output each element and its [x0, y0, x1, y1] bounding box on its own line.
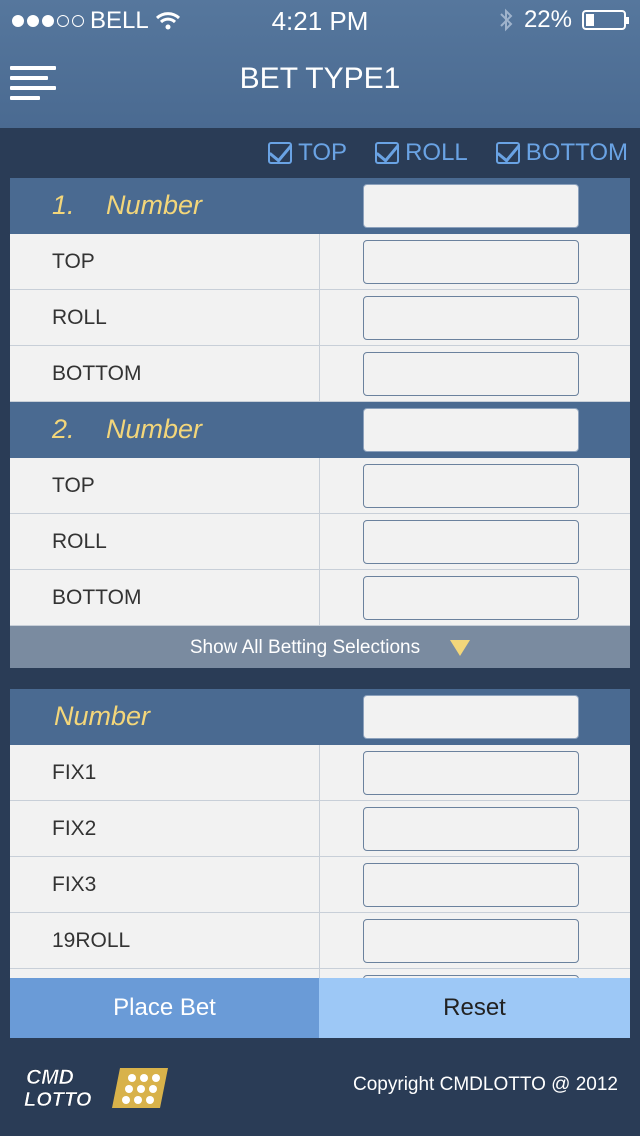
entry-1-top-input[interactable]	[363, 240, 579, 284]
entry-2-number-input[interactable]	[363, 408, 579, 452]
entry-1-bottom-input[interactable]	[363, 352, 579, 396]
entry-3-number-input[interactable]	[363, 695, 579, 739]
battery-icon	[582, 10, 629, 30]
entry-2-bottom-input[interactable]	[363, 576, 579, 620]
filter-top[interactable]: TOP	[268, 139, 347, 167]
entry-2-header: 2. Number	[10, 402, 630, 458]
svg-text:CMD: CMD	[26, 1066, 74, 1089]
entry-label: Number	[106, 414, 203, 444]
show-all-selections-button[interactable]: Show All Betting Selections	[10, 626, 630, 668]
entry-2-top-row: TOP	[10, 458, 630, 514]
page-title: BET TYPE1	[239, 62, 401, 95]
reset-button[interactable]: Reset	[319, 978, 630, 1038]
fix-selections-panel: Number FIX1 FIX2 FIX3 19ROLL	[10, 689, 630, 978]
copyright-text: Copyright CMDLOTTO @ 2012	[353, 1074, 618, 1095]
battery-percent: 22%	[523, 6, 572, 33]
top-bar: BELL 4:21 PM 22% BET TYPE1	[0, 0, 640, 128]
entry-2-roll-row: ROLL	[10, 514, 630, 570]
status-bar: BELL 4:21 PM 22%	[0, 0, 640, 40]
fix3-input[interactable]	[363, 863, 579, 907]
bet-entries-panel: 1. Number TOP ROLL BOTTOM 2. Number TOP …	[10, 178, 630, 668]
entry-1-roll-row: ROLL	[10, 290, 630, 346]
entry-1-top-row: TOP	[10, 234, 630, 290]
list-item-partial	[10, 969, 630, 978]
19roll-row: 19ROLL	[10, 913, 630, 969]
action-bar: Place Bet Reset	[10, 978, 630, 1038]
19roll-input[interactable]	[363, 919, 579, 963]
entry-1-bottom-row: BOTTOM	[10, 346, 630, 402]
svg-text:LOTTO: LOTTO	[24, 1089, 92, 1110]
place-bet-button[interactable]: Place Bet	[10, 978, 319, 1038]
entry-2-bottom-row: BOTTOM	[10, 570, 630, 626]
bluetooth-icon	[500, 8, 513, 32]
entry-3-header: Number	[10, 689, 630, 745]
checkbox-checked-icon[interactable]	[375, 142, 400, 164]
fix1-input[interactable]	[363, 751, 579, 795]
entry-index: 2.	[52, 414, 75, 444]
entry-2-roll-input[interactable]	[363, 520, 579, 564]
triangle-down-icon	[450, 640, 470, 656]
bet-type-filters: TOP ROLL BOTTOM	[0, 128, 640, 178]
footer: CMD LOTTO Copyright CMDLOTTO @ 2012	[0, 1038, 640, 1136]
entry-2-top-input[interactable]	[363, 464, 579, 508]
fix2-input[interactable]	[363, 807, 579, 851]
cmdlotto-logo: CMD LOTTO	[24, 1066, 168, 1110]
entry-1-roll-input[interactable]	[363, 296, 579, 340]
entry-1-header: 1. Number	[10, 178, 630, 234]
fix1-row: FIX1	[10, 745, 630, 801]
filter-roll[interactable]: ROLL	[375, 139, 468, 167]
entry-1-number-input[interactable]	[363, 184, 579, 228]
fix3-row: FIX3	[10, 857, 630, 913]
entry-label: Number	[54, 701, 151, 731]
entry-label: Number	[106, 190, 203, 220]
entry-index: 1.	[52, 190, 75, 220]
checkbox-checked-icon[interactable]	[268, 142, 293, 164]
battery-fill	[586, 14, 594, 26]
fix2-row: FIX2	[10, 801, 630, 857]
checkbox-checked-icon[interactable]	[495, 142, 520, 164]
filter-bottom[interactable]: BOTTOM	[495, 139, 628, 167]
